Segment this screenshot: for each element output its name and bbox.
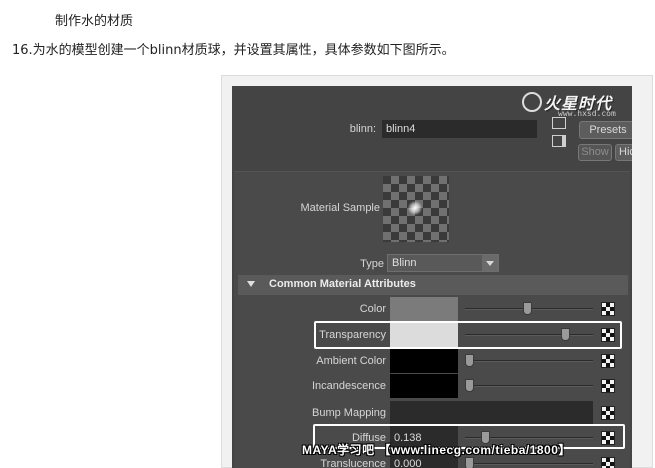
article-heading: 制作水的材质 [55, 14, 134, 29]
blinn-name-field[interactable]: blinn4 [382, 120, 537, 138]
section-title: Common Material Attributes [269, 278, 416, 290]
incandescence-slider-track[interactable] [465, 385, 593, 387]
translucence-label: Translucence [320, 458, 386, 468]
map-texture-icon[interactable] [601, 457, 615, 468]
focus-icon[interactable] [552, 117, 566, 129]
map-texture-icon[interactable] [601, 406, 615, 420]
type-dropdown[interactable]: Blinn [387, 254, 499, 272]
incandescence-slider-handle[interactable] [465, 379, 474, 392]
type-label: Type [360, 258, 384, 270]
translucence-slider-track[interactable] [465, 463, 593, 465]
ambient-color-swatch[interactable] [390, 349, 458, 373]
color-slider-handle[interactable] [523, 302, 532, 315]
map-texture-icon[interactable] [601, 354, 615, 368]
ambient-color-label: Ambient Color [316, 355, 386, 367]
show-button[interactable]: Show [578, 144, 612, 161]
transparency-highlight-box [314, 321, 622, 349]
type-dropdown-value: Blinn [392, 257, 417, 269]
presets-button[interactable]: Presets [579, 121, 632, 139]
logo-ring-icon [522, 92, 542, 112]
output-connection-icon[interactable] [552, 135, 566, 147]
article-step-text: 16.为水的模型创建一个blinn材质球，并设置其属性，具体参数如下图所示。 [12, 43, 455, 58]
attribute-editor: 火星时代 www.hxsd.com blinn: blinn4 Presets … [232, 86, 632, 468]
translucence-slider-handle[interactable] [465, 457, 474, 468]
color-swatch[interactable] [390, 297, 458, 321]
hide-button[interactable]: Hic [615, 144, 632, 161]
bump-mapping-swatch[interactable] [390, 401, 593, 425]
ambient-color-slider-track[interactable] [465, 360, 593, 362]
color-label: Color [359, 303, 386, 315]
bump-mapping-label: Bump Mapping [312, 407, 386, 419]
ambient-color-slider-handle[interactable] [465, 354, 474, 367]
logo-url-text: www.hxsd.com [558, 109, 616, 118]
map-texture-icon[interactable] [601, 379, 615, 393]
blinn-label: blinn: [349, 123, 376, 135]
incandescence-label: Incandescence [312, 380, 386, 392]
hxsd-logo: 火星时代 www.hxsd.com [514, 90, 628, 118]
watermark-text: MAYA学习吧 【www.linecg.com/tieba/1800】 [302, 443, 571, 457]
material-sample-label: Material Sample [300, 202, 380, 214]
chevron-down-icon [482, 255, 498, 271]
material-sample-swatch [383, 176, 449, 242]
map-texture-icon[interactable] [601, 302, 615, 316]
collapse-triangle-icon [247, 281, 255, 287]
common-attributes-section-header[interactable]: Common Material Attributes [238, 275, 628, 295]
incandescence-swatch[interactable] [390, 374, 458, 398]
